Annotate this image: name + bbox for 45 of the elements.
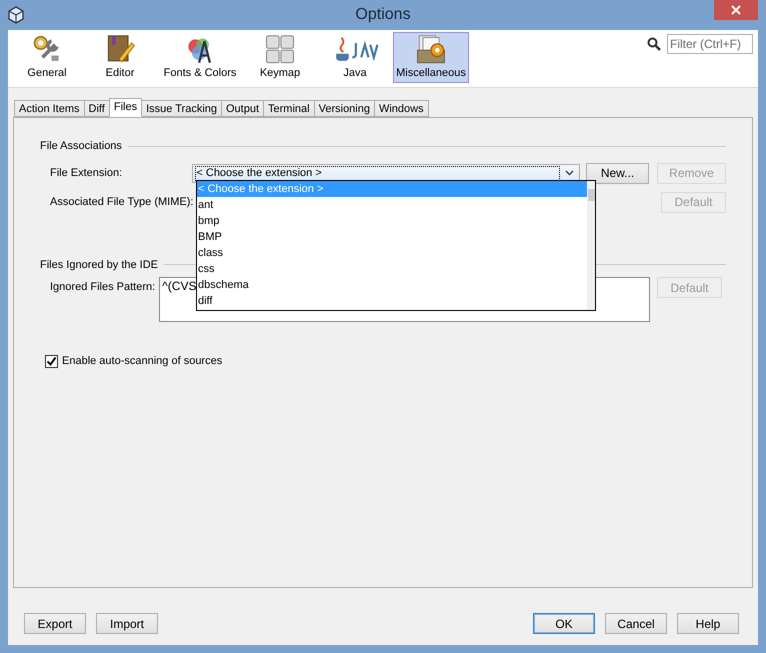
dialog-button[interactable]: Cancel <box>605 613 667 634</box>
extension-combo[interactable]: < Choose the extension > <box>192 164 580 182</box>
section-title: Files Ignored by the IDE <box>40 258 158 272</box>
category-tab[interactable]: Java <box>318 32 392 83</box>
tab[interactable]: Versioning <box>314 100 375 117</box>
scrollbar[interactable] <box>587 181 595 310</box>
checkbox[interactable] <box>45 354 58 368</box>
field-label: Associated File Type (MIME): <box>50 194 194 210</box>
category-tab[interactable]: Fonts & Colors <box>158 32 242 83</box>
close-button[interactable] <box>714 0 758 20</box>
category-tab[interactable]: Keymap <box>243 32 317 83</box>
dialog-button[interactable]: Export <box>24 613 86 634</box>
new-button[interactable]: New... <box>586 162 649 184</box>
dropdown-option[interactable]: diff <box>197 293 587 309</box>
tab[interactable]: Files <box>108 98 142 117</box>
cube-icon <box>7 6 25 24</box>
tab[interactable]: Diff <box>84 100 110 117</box>
chevron-down-icon <box>565 170 574 176</box>
category-tab[interactable]: General <box>12 32 82 83</box>
tab[interactable]: Windows <box>374 100 429 117</box>
keyboard-keys-icon <box>263 34 297 64</box>
dialog-button[interactable]: OK <box>533 613 595 634</box>
dropdown-option[interactable]: ant <box>197 197 587 213</box>
close-icon <box>731 5 741 15</box>
window-title: Options <box>355 5 411 25</box>
folder-gear-icon <box>414 34 448 64</box>
search-icon <box>647 37 661 51</box>
tab[interactable]: Output <box>221 100 264 117</box>
field-label: Ignored Files Pattern: <box>50 280 156 295</box>
section-title: File Associations <box>40 139 122 154</box>
dropdown-option[interactable]: BMP <box>197 229 587 245</box>
dropdown-option[interactable]: css <box>197 261 587 277</box>
dialog-button[interactable]: Import <box>96 613 158 634</box>
tab[interactable]: Issue Tracking <box>141 100 222 117</box>
tab[interactable]: Terminal <box>263 100 315 117</box>
dialog-button[interactable]: Help <box>677 613 739 634</box>
filter-field[interactable]: Filter (Ctrl+F) <box>667 34 753 54</box>
dropdown-option[interactable]: class <box>197 245 587 261</box>
dropdown-option[interactable]: bmp <box>197 213 587 229</box>
category-tab[interactable]: Editor <box>83 32 157 83</box>
field-label: File Extension: <box>50 166 124 181</box>
category-tab[interactable]: Miscellaneous <box>393 32 469 83</box>
tab[interactable]: Action Items <box>14 100 85 117</box>
dropdown-option[interactable]: dbschema <box>197 277 587 293</box>
checkbox-label: Enable auto-scanning of sources <box>62 354 222 369</box>
